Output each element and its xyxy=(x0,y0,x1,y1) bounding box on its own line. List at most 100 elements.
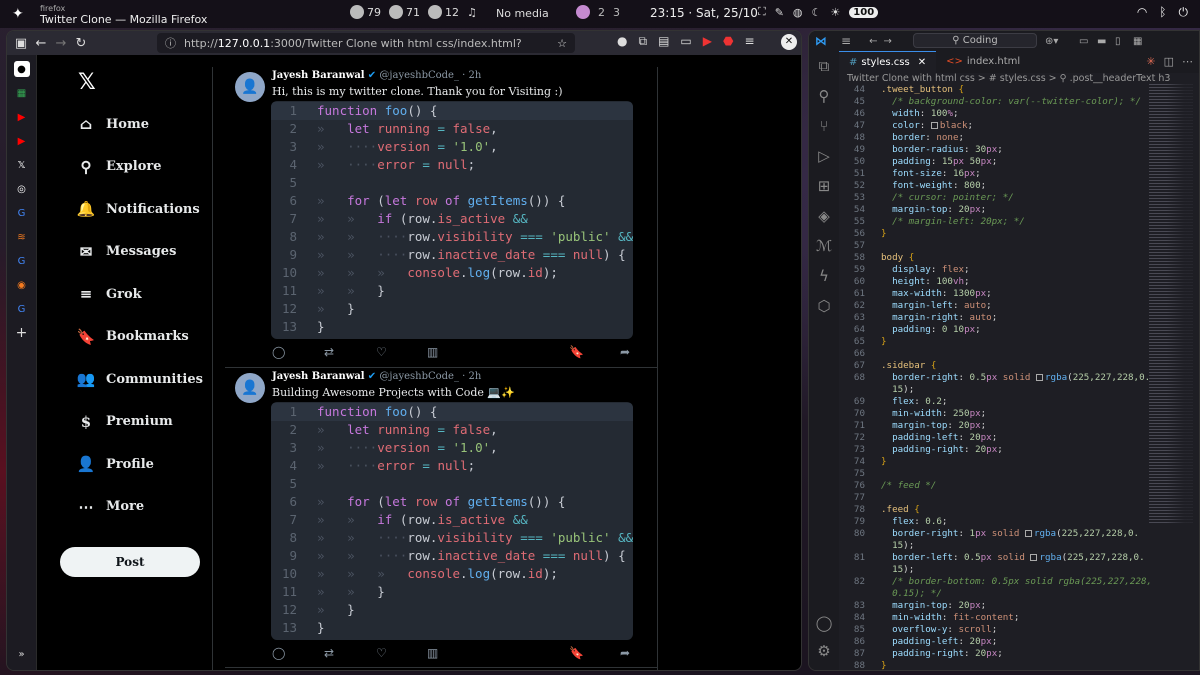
battery-badge[interactable]: 100 xyxy=(849,6,879,18)
box-icon[interactable]: ⬡ xyxy=(817,297,830,315)
google-icon-3[interactable]: G xyxy=(14,301,30,317)
editor-line[interactable]: 74} xyxy=(841,456,1141,468)
editor-line[interactable]: 73 padding-right: 20px; xyxy=(841,444,1141,456)
editor-line[interactable]: 59 display: flex; xyxy=(841,264,1141,276)
editor-line[interactable]: 72 padding-left: 20px; xyxy=(841,432,1141,444)
copilot-chat-icon[interactable]: ✳ xyxy=(1146,51,1155,73)
editor-line[interactable]: 82 /* border-bottom: 0.5px solid rgba(22… xyxy=(841,576,1152,588)
pen-icon[interactable]: ✎ xyxy=(775,6,784,19)
editor-line[interactable]: 49 border-radius: 30px; xyxy=(841,144,1141,156)
editor-line[interactable]: 69 flex: 0.2; xyxy=(841,396,1141,408)
editor-line[interactable]: 61 max-width: 1300px; xyxy=(841,288,1141,300)
editor-line[interactable]: 55 /* margin-left: 20px; */ xyxy=(841,216,1141,228)
share-icon[interactable]: ➦ xyxy=(620,646,630,660)
close-window-button[interactable]: ✕ xyxy=(781,34,797,50)
bluetooth-icon[interactable]: ᛒ xyxy=(1159,5,1166,20)
nav-item-messages[interactable]: ✉ Messages xyxy=(71,231,211,274)
avatar[interactable]: 👤 xyxy=(235,72,265,102)
forward-button[interactable]: → xyxy=(51,36,71,51)
editor-line[interactable]: 65} xyxy=(841,336,1141,348)
editor-line[interactable]: 0.15); */ xyxy=(841,588,1141,600)
editor-line[interactable]: 86 padding-left: 20px; xyxy=(841,636,1141,648)
firefox-icon[interactable]: ◉ xyxy=(14,277,30,293)
editor-line[interactable]: 78 .feed { xyxy=(841,504,1141,516)
editor-line[interactable]: 52 font-weight: 800; xyxy=(841,180,1141,192)
url-bar[interactable]: ⓘ http://127.0.0.1:3000/Twitter Clone wi… xyxy=(157,33,575,53)
settings-gear-icon[interactable]: ⚙ xyxy=(817,642,830,660)
more-actions-icon[interactable]: ⋯ xyxy=(1182,51,1193,73)
editor-line[interactable]: 76/* feed */ xyxy=(841,480,1141,492)
editor-line[interactable]: 58 body { xyxy=(841,252,1141,264)
panel-icon[interactable]: ▬ xyxy=(1097,36,1106,47)
editor-line[interactable]: 47 color: black; xyxy=(841,120,1141,132)
share-icon[interactable]: ➦ xyxy=(620,345,630,359)
moon-icon[interactable]: ☾ xyxy=(812,6,822,19)
screenshot-icon[interactable]: ⛶ xyxy=(758,5,766,19)
workspace-3[interactable]: 3 xyxy=(613,6,620,19)
tweet-author-name[interactable]: Jayesh Baranwal xyxy=(272,371,365,382)
like-icon[interactable]: ♡ xyxy=(376,646,387,660)
editor-line[interactable]: 85 overflow-y: scroll; xyxy=(841,624,1141,636)
workspace-active[interactable] xyxy=(576,5,590,19)
editor-line[interactable]: 46 width: 100%; xyxy=(841,108,1141,120)
nav-item-profile[interactable]: 👤 Profile xyxy=(71,443,211,486)
nav-item-more[interactable]: ⋯ More xyxy=(71,486,211,529)
extension-container-icon[interactable]: ▤ xyxy=(658,34,669,49)
back-button[interactable]: ← xyxy=(31,36,51,51)
x-icon[interactable]: 𝕏 xyxy=(14,157,30,173)
extensions-icon[interactable]: ⊞ xyxy=(818,177,831,195)
post-button[interactable]: Post xyxy=(60,547,200,577)
retweet-icon[interactable]: ⇄ xyxy=(324,345,334,359)
editor-line[interactable]: 15); xyxy=(841,564,1141,576)
bookmark-icon[interactable]: 🔖 xyxy=(569,345,584,359)
editor-line[interactable]: 53 /* cursor: pointer; */ xyxy=(841,192,1141,204)
youtube-icon-2[interactable]: ▶ xyxy=(14,133,30,149)
editor-line[interactable]: 87 padding-right: 20px; xyxy=(841,648,1141,660)
command-search[interactable]: ⚲ Coding xyxy=(913,33,1037,48)
editor-line[interactable]: 60 height: 100vh; xyxy=(841,276,1141,288)
avatar[interactable]: 👤 xyxy=(235,373,265,403)
extension-reader-icon[interactable]: ▭ xyxy=(680,34,691,49)
editor-line[interactable]: 80 border-right: 1px solid rgba(225,227,… xyxy=(841,528,1141,540)
editor-line[interactable]: 77 xyxy=(841,492,1141,504)
account-icon[interactable]: ◯ xyxy=(816,614,833,632)
editor-line[interactable]: 54 margin-top: 20px; xyxy=(841,204,1141,216)
workspace-2[interactable]: 2 xyxy=(598,6,605,19)
extension-youtube-icon[interactable]: ▶ xyxy=(703,34,712,49)
split-icon[interactable]: ▯ xyxy=(1115,36,1121,47)
palette-icon[interactable]: ◍ xyxy=(793,6,803,19)
tweet[interactable]: 👤 Jayesh Baranwal ✔ @jayeshbCode_ · 2h B… xyxy=(225,368,657,668)
editor-line[interactable]: 70 min-width: 250px; xyxy=(841,408,1141,420)
media-status[interactable]: No media xyxy=(496,7,549,20)
editor-line[interactable]: 79 flex: 0.6; xyxy=(841,516,1141,528)
views-icon[interactable]: ▥ xyxy=(427,646,438,660)
retweet-icon[interactable]: ⇄ xyxy=(324,646,334,660)
grid-icon[interactable]: ▦ xyxy=(1133,36,1142,47)
like-icon[interactable]: ♡ xyxy=(376,345,387,359)
google-icon-2[interactable]: G xyxy=(14,253,30,269)
editor-line[interactable]: 48 border: none; xyxy=(841,132,1141,144)
youtube-icon[interactable]: ▶ xyxy=(14,109,30,125)
bolt-icon[interactable]: ϟ xyxy=(819,267,829,285)
python-icon[interactable]: ◈ xyxy=(818,207,830,225)
layout-icon[interactable]: ▭ xyxy=(1079,36,1088,47)
stack-icon[interactable]: ≋ xyxy=(14,229,30,245)
editor-line[interactable]: 50 padding: 15px 50px; xyxy=(841,156,1141,168)
google-icon[interactable]: G xyxy=(14,205,30,221)
nav-item-explore[interactable]: ⚲ Explore xyxy=(71,146,211,189)
editor-line[interactable]: 88} xyxy=(841,660,1141,670)
tweet[interactable]: 👤 Jayesh Baranwal ✔ @jayeshbCode_ · 2h H… xyxy=(225,67,657,368)
nav-item-premium[interactable]: $ Premium xyxy=(71,401,211,444)
tab-index-html[interactable]: <> index.html xyxy=(936,51,1030,73)
editor-line[interactable]: 62 margin-left: auto; xyxy=(841,300,1141,312)
source-control-icon[interactable]: ⑂ xyxy=(819,117,828,135)
editor-line[interactable]: 83 margin-top: 20px; xyxy=(841,600,1141,612)
editor-line[interactable]: 56} xyxy=(841,228,1141,240)
nav-item-bookmarks[interactable]: 🔖 Bookmarks xyxy=(71,316,211,359)
copilot-icon[interactable]: ⊛▾ xyxy=(1045,36,1058,47)
editor-line[interactable]: 81 border-left: 0.5px solid rgba(225,227… xyxy=(841,552,1145,564)
menu-icon[interactable]: ≡ xyxy=(744,34,754,49)
launcher-icon[interactable]: ✦ xyxy=(12,6,30,22)
power-icon[interactable]: ⏻ xyxy=(1179,5,1189,20)
split-editor-icon[interactable]: ◫ xyxy=(1164,51,1174,73)
